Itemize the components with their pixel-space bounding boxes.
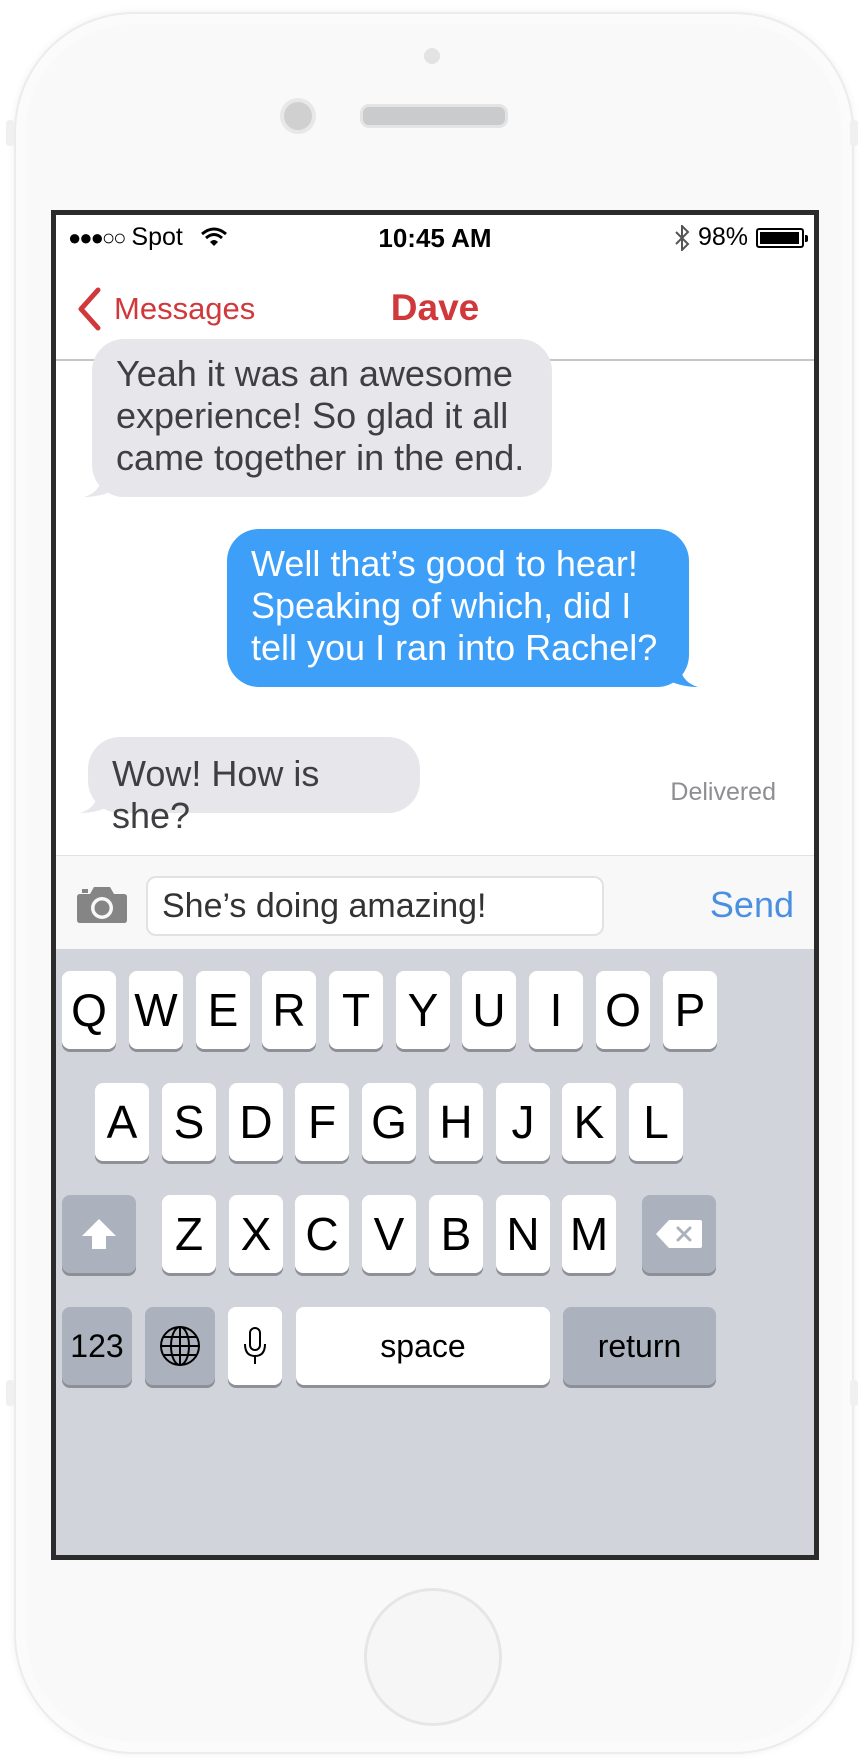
globe-key[interactable]	[145, 1307, 215, 1385]
side-button	[6, 120, 14, 146]
key-l[interactable]: L	[629, 1083, 683, 1161]
key-r[interactable]: R	[262, 971, 316, 1049]
key-i[interactable]: I	[529, 971, 583, 1049]
camera-button[interactable]	[76, 884, 128, 929]
bubble-tail	[80, 785, 116, 813]
key-j[interactable]: J	[496, 1083, 550, 1161]
front-camera	[280, 98, 316, 134]
shift-key[interactable]	[62, 1195, 136, 1273]
key-h[interactable]: H	[429, 1083, 483, 1161]
camera-icon	[77, 887, 127, 923]
bubble-tail	[84, 469, 120, 497]
key-f[interactable]: F	[295, 1083, 349, 1161]
key-c[interactable]: C	[295, 1195, 349, 1273]
side-button	[6, 1380, 14, 1406]
message-line: Well that’s good to hear!	[251, 543, 638, 584]
bubble-tail	[662, 659, 698, 687]
earpiece-speaker	[360, 104, 508, 128]
message-line: experience! So glad it all	[116, 395, 509, 436]
key-n[interactable]: N	[496, 1195, 550, 1273]
message-line: tell you I ran into Rachel?	[251, 627, 658, 668]
message-line: Wow! How is she?	[112, 753, 320, 836]
key-z[interactable]: Z	[162, 1195, 216, 1273]
key-m[interactable]: M	[562, 1195, 616, 1273]
delivered-status: Delivered	[670, 778, 776, 806]
key-k[interactable]: K	[562, 1083, 616, 1161]
numbers-key[interactable]: 123	[62, 1307, 132, 1385]
message-bubble-incoming[interactable]: Wow! How is she?	[88, 737, 420, 836]
message-line: Speaking of which, did I	[251, 585, 632, 626]
key-q[interactable]: Q	[62, 971, 116, 1049]
message-line: came together in the end.	[116, 437, 525, 478]
space-key[interactable]: space	[296, 1307, 550, 1385]
message-bubble-incoming[interactable]: Yeah it was an awesome experience! So gl…	[92, 339, 552, 497]
backspace-icon	[656, 1220, 702, 1248]
send-button[interactable]: Send	[710, 884, 794, 926]
key-y[interactable]: Y	[396, 971, 450, 1049]
sensor-dot	[424, 48, 440, 64]
key-a[interactable]: A	[95, 1083, 149, 1161]
delete-key[interactable]	[642, 1195, 716, 1273]
side-button	[850, 120, 858, 146]
key-t[interactable]: T	[329, 971, 383, 1049]
key-b[interactable]: B	[429, 1195, 483, 1273]
return-key[interactable]: return	[563, 1307, 716, 1385]
key-p[interactable]: P	[663, 971, 717, 1049]
phone-screen: ●●●○○ Spot 10:45 AM 98% Messages Dave Ye…	[51, 210, 819, 1560]
message-input[interactable]: She’s doing amazing!	[146, 876, 604, 936]
keyboard: Q W E R T Y U I O P A S D F G H J K L Z …	[56, 949, 814, 1555]
key-s[interactable]: S	[162, 1083, 216, 1161]
status-bar: ●●●○○ Spot 10:45 AM 98%	[56, 215, 814, 259]
key-u[interactable]: U	[462, 971, 516, 1049]
status-right: 98%	[674, 223, 808, 252]
battery-percent: 98%	[697, 223, 748, 251]
shift-arrow-icon	[82, 1219, 116, 1249]
contact-name: Dave	[390, 287, 480, 328]
key-x[interactable]: X	[229, 1195, 283, 1273]
home-button[interactable]	[364, 1588, 502, 1726]
microphone-icon	[244, 1327, 266, 1364]
key-e[interactable]: E	[196, 971, 250, 1049]
key-g[interactable]: G	[362, 1083, 416, 1161]
battery-fill	[760, 231, 799, 244]
bluetooth-icon	[675, 224, 690, 251]
side-button	[850, 1380, 858, 1406]
key-o[interactable]: O	[596, 971, 650, 1049]
message-line: Yeah it was an awesome	[116, 353, 513, 394]
key-w[interactable]: W	[129, 971, 183, 1049]
key-v[interactable]: V	[362, 1195, 416, 1273]
microphone-key[interactable]	[228, 1307, 282, 1385]
message-bubble-outgoing[interactable]: Well that’s good to hear! Speaking of wh…	[227, 529, 689, 687]
message-composer: She’s doing amazing! Send	[56, 855, 814, 950]
key-d[interactable]: D	[229, 1083, 283, 1161]
battery-icon	[756, 227, 808, 248]
globe-icon	[160, 1326, 200, 1366]
